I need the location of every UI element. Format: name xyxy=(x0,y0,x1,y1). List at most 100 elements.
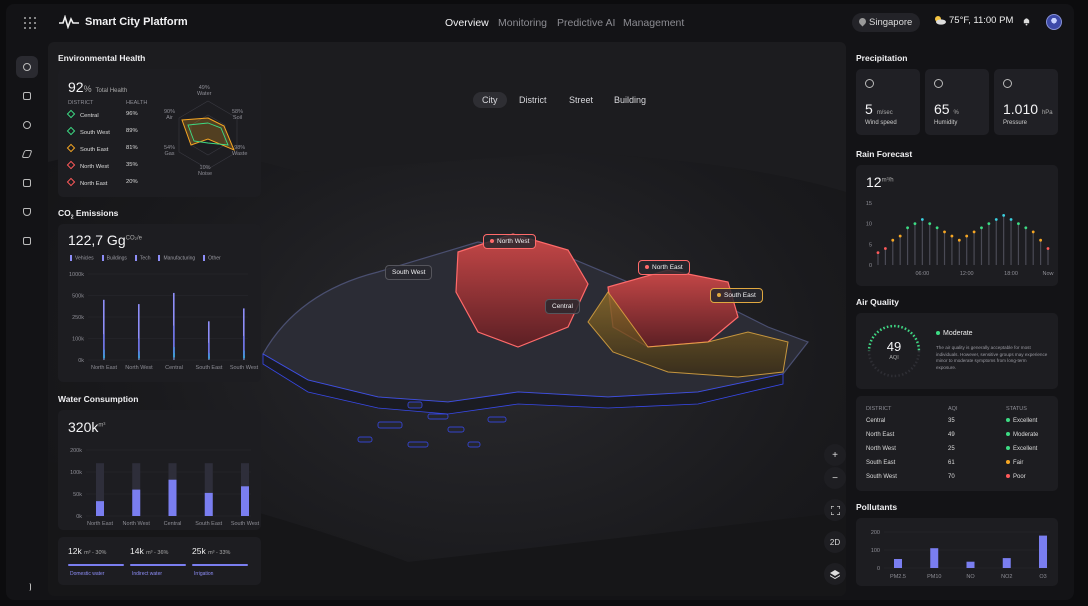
env-row-health: 20% xyxy=(126,179,138,185)
location-selector[interactable]: Singapore xyxy=(852,13,920,32)
x-tick: Central xyxy=(165,365,183,371)
air-title: Air Quality xyxy=(856,297,899,307)
co2-legend: Vehicles Buildings Tech Manufacturing Ot… xyxy=(70,255,221,261)
x-tick: 12:00 xyxy=(960,271,974,277)
breakdown-bar xyxy=(192,564,248,566)
x-tick: NO xyxy=(966,574,975,580)
view-mode-toggle[interactable]: 2D xyxy=(824,531,846,553)
stat-wind-speed: 5 m/sec Wind speed xyxy=(856,69,920,135)
rain-point xyxy=(965,234,969,238)
breakdown-bar xyxy=(130,564,186,566)
stat-number: 1.010 xyxy=(1003,101,1039,117)
pollutants-bar-chart: 200 100 0 PM2.5 PM10 NO NO2 O3 xyxy=(871,530,1049,580)
aqi-status-text: Moderate xyxy=(943,330,973,337)
y-tick: 200k xyxy=(70,448,82,454)
map-tab-city[interactable]: City xyxy=(473,92,507,108)
aqi-row-status: Excellent xyxy=(1006,446,1037,452)
partly-cloudy-icon xyxy=(935,16,946,25)
sidebar-item-network[interactable] xyxy=(16,230,38,252)
co2-title-a: CO xyxy=(58,208,71,218)
sidebar-item-cameras[interactable] xyxy=(16,172,38,194)
water-breakdown-item: 14k m³ - 36% xyxy=(130,546,168,556)
map-tag-north-west[interactable]: North West xyxy=(483,234,537,249)
district-diamond-icon xyxy=(66,126,76,136)
co2-title-b: Emissions xyxy=(73,208,119,218)
fullscreen-button[interactable] xyxy=(824,499,846,521)
radar-label-gas: 54% Gas xyxy=(164,145,175,157)
apps-grid-icon[interactable] xyxy=(24,17,36,29)
aqi-row-district: North West xyxy=(866,446,896,452)
aqi-table-panel: DISTRICT AQI STATUS Central 35 Excellent No… xyxy=(856,396,1058,491)
y-tick: 1000k xyxy=(69,272,84,278)
district-diamond-icon xyxy=(66,109,76,119)
layers-button[interactable] xyxy=(824,563,846,585)
rain-point xyxy=(1039,238,1043,242)
y-tick: 5 xyxy=(869,242,872,248)
rain-point xyxy=(913,222,917,226)
env-row: North West 35% xyxy=(66,160,138,170)
map-tab-street[interactable]: Street xyxy=(560,92,602,108)
rain-point xyxy=(883,247,887,250)
app-window: Smart City Platform Overview Monitoring … xyxy=(6,4,1074,600)
water-value-number: 320k xyxy=(68,419,99,435)
y-tick: 100 xyxy=(871,548,880,554)
radar-name: Gas xyxy=(164,151,175,157)
stat-humidity: 65 % Humidity xyxy=(925,69,989,135)
pollutants-title: Pollutants xyxy=(856,502,898,512)
x-tick: PM2.5 xyxy=(890,574,906,580)
breakdown-bar xyxy=(68,564,124,566)
rain-point xyxy=(1017,222,1020,226)
notification-bell-icon[interactable] xyxy=(1022,17,1031,26)
rain-title: Rain Forecast xyxy=(856,149,913,159)
x-tick: Central xyxy=(164,521,182,527)
map-tab-district[interactable]: District xyxy=(510,92,556,108)
sidebar-collapse[interactable] xyxy=(16,576,38,598)
sidebar-item-lighting[interactable] xyxy=(16,114,38,136)
aqi-row-status-text: Fair xyxy=(1013,460,1024,466)
sidebar-item-environment[interactable] xyxy=(16,56,38,78)
tab-overview[interactable]: Overview xyxy=(445,17,489,29)
env-value: 92% Total Health xyxy=(68,79,127,95)
y-tick: 10 xyxy=(866,222,872,228)
sidebar-item-traffic[interactable] xyxy=(16,85,38,107)
radar-label-water: 49% Water xyxy=(197,85,211,97)
env-row-health: 89% xyxy=(126,128,138,134)
rain-value-number: 12 xyxy=(866,174,882,190)
breakdown-value: 25k xyxy=(192,546,206,556)
air-panel: 49 AQI Moderate The air quality is gener… xyxy=(856,313,1058,389)
aqi-row-district: South East xyxy=(866,460,896,466)
env-row-health: 35% xyxy=(126,162,138,168)
radar-name: Noise xyxy=(198,171,213,177)
stat-unit: hPa xyxy=(1041,110,1053,116)
rain-point xyxy=(891,238,895,242)
map-tag-south-west[interactable]: South West xyxy=(385,265,433,280)
status-dot xyxy=(1006,460,1010,465)
radar-name: Air xyxy=(166,115,173,121)
x-tick: South West xyxy=(230,365,259,371)
legend-buildings: Buildings xyxy=(102,255,127,261)
map-tag-south-east[interactable]: South East xyxy=(710,288,763,303)
breakdown-label: Domestic water xyxy=(70,571,105,577)
tab-management[interactable]: Management xyxy=(623,17,684,29)
zoom-in-button[interactable]: + xyxy=(824,444,846,466)
map-tab-building[interactable]: Building xyxy=(605,92,655,108)
tab-predictive-ai[interactable]: Predictive AI xyxy=(557,17,615,29)
sidebar-item-security[interactable] xyxy=(16,201,38,223)
stat-number: 65 xyxy=(934,101,950,117)
sidebar-item-energy[interactable] xyxy=(16,143,38,165)
aqi-row-status-text: Poor xyxy=(1013,474,1026,480)
stat-label: Wind speed xyxy=(865,120,897,126)
pollutants-panel: 200 100 0 PM2.5 PM10 NO NO2 O3 xyxy=(856,518,1058,586)
camera-icon xyxy=(23,179,31,187)
zoom-out-button[interactable]: − xyxy=(824,467,846,489)
tab-monitoring[interactable]: Monitoring xyxy=(498,17,547,29)
rain-point xyxy=(1024,226,1028,230)
y-tick: 50k xyxy=(73,492,82,498)
env-caption: Total Health xyxy=(95,88,128,94)
map-tag-central[interactable]: Central xyxy=(545,299,580,314)
user-avatar[interactable] xyxy=(1046,14,1062,30)
map-tag-north-east[interactable]: North East xyxy=(638,260,690,275)
rain-value: 12m³/h xyxy=(866,174,894,190)
aqi-row-aqi: 25 xyxy=(948,446,955,452)
y-tick: 250k xyxy=(72,315,84,321)
